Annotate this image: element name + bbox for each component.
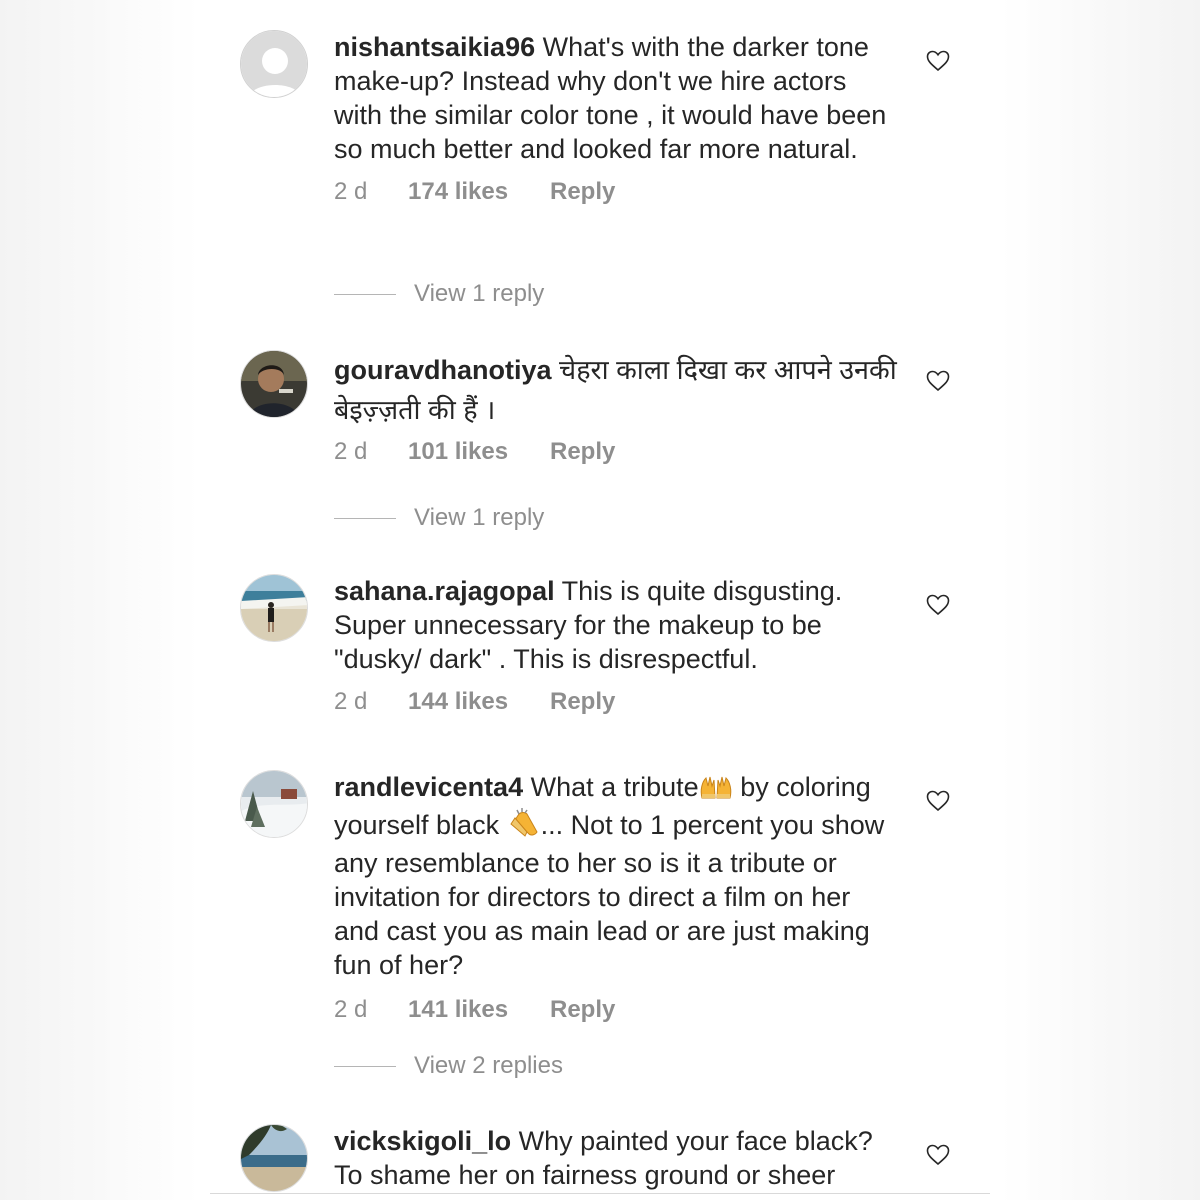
clapping-hands-emoji-icon bbox=[507, 808, 541, 846]
avatar[interactable] bbox=[240, 770, 308, 838]
heart-icon[interactable] bbox=[926, 50, 950, 72]
comment-age: 2 d bbox=[334, 688, 368, 715]
comment-likes[interactable]: 144 likes bbox=[408, 684, 550, 720]
comment-meta: 2 d 141 likes Reply bbox=[334, 992, 900, 1028]
reply-button[interactable]: Reply bbox=[550, 434, 615, 470]
comment-likes[interactable]: 174 likes bbox=[408, 174, 550, 210]
comment-meta: 2 d 144 likes Reply bbox=[334, 684, 900, 720]
avatar[interactable] bbox=[240, 350, 308, 418]
comment-body: randlevicenta4 What a tribute by colorin… bbox=[334, 770, 900, 1028]
default-avatar-icon bbox=[241, 31, 307, 97]
reply-button[interactable]: Reply bbox=[550, 174, 615, 210]
comment-age: 2 d bbox=[334, 996, 368, 1023]
comment-meta: 2 d 174 likes Reply bbox=[334, 174, 900, 210]
view-replies-button[interactable]: View 2 replies bbox=[334, 1048, 563, 1084]
comment-username[interactable]: vickskigoli_lo bbox=[334, 1126, 511, 1156]
divider-line bbox=[334, 518, 396, 520]
comment-body: sahana.rajagopal This is quite disgustin… bbox=[334, 574, 900, 720]
comment-content-part: What a tribute bbox=[530, 772, 699, 802]
comments-page: nishantsaikia96 What's with the darker t… bbox=[0, 0, 1200, 1200]
comment-meta: 2 d 101 likes Reply bbox=[334, 434, 900, 470]
comment-body: vickskigoli_lo Why painted your face bla… bbox=[334, 1124, 900, 1192]
view-replies-label: View 2 replies bbox=[414, 1052, 563, 1079]
heart-icon[interactable] bbox=[926, 594, 950, 616]
divider-line bbox=[334, 294, 396, 296]
comment-username[interactable]: randlevicenta4 bbox=[334, 772, 523, 802]
comment-age: 2 d bbox=[334, 178, 368, 205]
heart-icon[interactable] bbox=[926, 1144, 950, 1166]
comment-text: randlevicenta4 What a tribute by colorin… bbox=[334, 770, 900, 982]
person-photo-icon bbox=[241, 351, 307, 417]
divider-line bbox=[334, 1066, 396, 1068]
heart-icon[interactable] bbox=[926, 790, 950, 812]
reply-button[interactable]: Reply bbox=[550, 992, 615, 1028]
avatar[interactable] bbox=[240, 30, 308, 98]
tree-beach-photo-icon bbox=[241, 1125, 307, 1191]
comment-username[interactable]: sahana.rajagopal bbox=[334, 576, 555, 606]
view-replies-label: View 1 reply bbox=[414, 504, 545, 531]
snow-landscape-photo-icon bbox=[241, 771, 307, 837]
comment-text: sahana.rajagopal This is quite disgustin… bbox=[334, 574, 900, 676]
comment-likes[interactable]: 101 likes bbox=[408, 434, 550, 470]
comment-likes[interactable]: 141 likes bbox=[408, 992, 550, 1028]
avatar[interactable] bbox=[240, 574, 308, 642]
bottom-divider bbox=[210, 1193, 990, 1194]
view-replies-label: View 1 reply bbox=[414, 280, 545, 307]
raising-hands-emoji-icon bbox=[699, 774, 733, 808]
comment-text: gouravdhanotiya चेहरा काला दिखा कर आपने … bbox=[334, 350, 900, 430]
view-replies-button[interactable]: View 1 reply bbox=[334, 500, 544, 536]
comment-username[interactable]: nishantsaikia96 bbox=[334, 32, 535, 62]
comment-body: nishantsaikia96 What's with the darker t… bbox=[334, 30, 900, 210]
avatar[interactable] bbox=[240, 1124, 308, 1192]
comment-text: nishantsaikia96 What's with the darker t… bbox=[334, 30, 900, 166]
comment-username[interactable]: gouravdhanotiya bbox=[334, 355, 552, 385]
comment-body: gouravdhanotiya चेहरा काला दिखा कर आपने … bbox=[334, 350, 900, 470]
view-replies-button[interactable]: View 1 reply bbox=[334, 276, 544, 312]
beach-photo-icon bbox=[241, 575, 307, 641]
heart-icon[interactable] bbox=[926, 370, 950, 392]
comment-age: 2 d bbox=[334, 438, 368, 465]
comment-text: vickskigoli_lo Why painted your face bla… bbox=[334, 1124, 900, 1192]
reply-button[interactable]: Reply bbox=[550, 684, 615, 720]
